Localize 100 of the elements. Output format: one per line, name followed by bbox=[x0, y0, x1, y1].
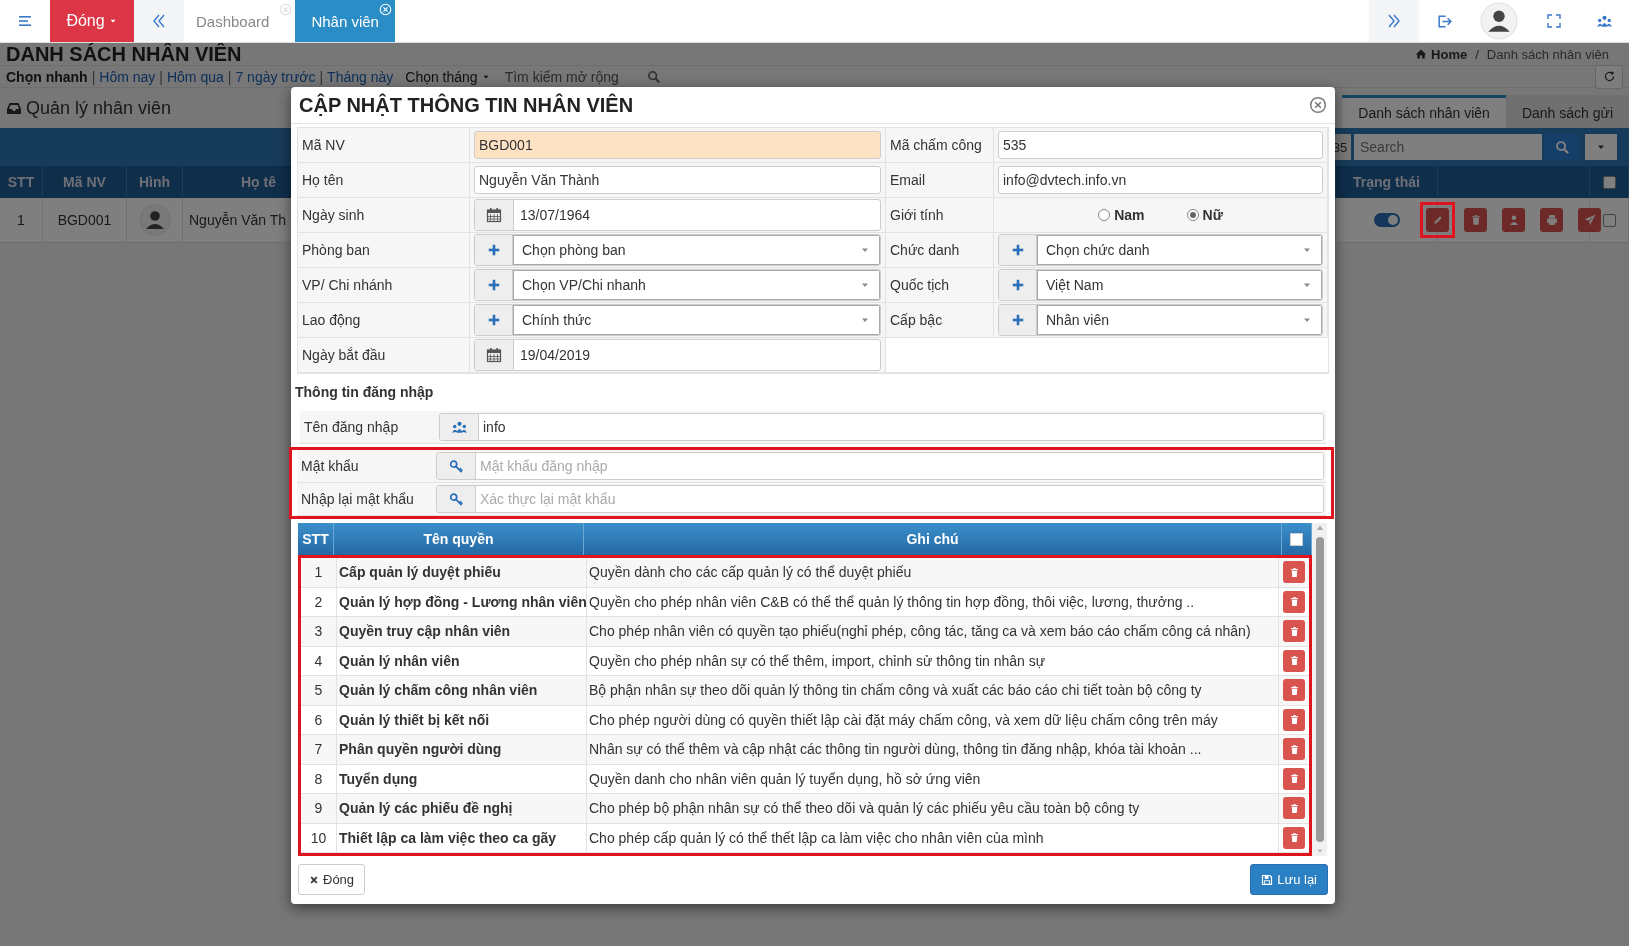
scrollbar[interactable] bbox=[1312, 523, 1327, 856]
refresh-button[interactable] bbox=[1595, 64, 1623, 89]
field-label: Phòng ban bbox=[298, 233, 470, 268]
separator: | bbox=[159, 68, 163, 85]
delete-button[interactable] bbox=[1283, 738, 1305, 761]
delete-button[interactable] bbox=[1283, 767, 1305, 790]
calendar-icon bbox=[486, 347, 502, 363]
select-field[interactable]: Nhân viên bbox=[1037, 305, 1322, 335]
checkbox[interactable] bbox=[1602, 175, 1616, 189]
radio-option[interactable]: Nữ bbox=[1186, 207, 1223, 223]
quick-filter-label: Chọn nhanh bbox=[6, 68, 88, 85]
table-cell: Quản lý nhân viên bbox=[337, 646, 587, 675]
delete-button[interactable] bbox=[1283, 620, 1305, 643]
password-field[interactable]: Xác thực lại mật khẩu bbox=[436, 485, 1324, 513]
close-button[interactable]: Đóng bbox=[298, 864, 366, 895]
password-field[interactable]: Mật khẩu đăng nhập bbox=[436, 452, 1324, 480]
add-button[interactable] bbox=[999, 235, 1037, 265]
double-chevron-left-icon bbox=[151, 13, 167, 29]
avatar-icon[interactable] bbox=[1480, 2, 1518, 40]
logout-icon[interactable] bbox=[1435, 12, 1453, 30]
text-field[interactable]: info@dvtech.info.vn bbox=[998, 166, 1323, 194]
tab[interactable]: Danh sách gửi bbox=[1505, 95, 1629, 128]
add-button[interactable] bbox=[999, 270, 1037, 300]
table-cell: Quyền cho phép nhân viên C&B có thể thể quản lý thông tin hợp đồng, thôi việc, lương, thưởng .. bbox=[587, 587, 1279, 616]
send-button[interactable] bbox=[1578, 208, 1601, 232]
table-cell: Quyền danh cho nhân viên quản lý tuyển dụng, hồ sở ứng viên bbox=[587, 764, 1279, 793]
select-all-checkbox[interactable] bbox=[1290, 532, 1303, 546]
table-cell: Cho phép cấp quản lý có thể thết lập ca làm việc cho nhân viên của mình bbox=[587, 823, 1279, 852]
table-cell: BGD001 bbox=[43, 198, 127, 242]
inbox-icon bbox=[6, 100, 22, 116]
close-button[interactable] bbox=[1309, 96, 1327, 114]
date-field[interactable]: 13/07/1964 bbox=[474, 199, 881, 231]
field-label: Ngày sinh bbox=[298, 198, 470, 233]
separator: | bbox=[319, 68, 324, 85]
delete-button[interactable] bbox=[1283, 561, 1305, 584]
month-select[interactable]: Chọn tháng bbox=[405, 68, 491, 85]
add-button[interactable] bbox=[475, 270, 513, 300]
select-field[interactable]: Chọn chức danh bbox=[1037, 235, 1322, 265]
fullscreen-icon[interactable] bbox=[1546, 13, 1562, 29]
search-field[interactable]: Search bbox=[1354, 134, 1542, 160]
menu-icon bbox=[17, 13, 33, 29]
table-cell: 1 bbox=[0, 198, 43, 242]
field-label: Ngày bắt đầu bbox=[298, 338, 470, 373]
breadcrumb-link[interactable]: Home bbox=[1415, 46, 1468, 62]
delete-button[interactable] bbox=[1283, 797, 1305, 820]
select-field[interactable]: Việt Nam bbox=[1037, 270, 1322, 300]
add-button[interactable] bbox=[475, 235, 513, 265]
tab[interactable]: Danh sách nhân viên bbox=[1342, 95, 1506, 128]
save-button[interactable]: Lưu lại bbox=[1250, 864, 1328, 895]
delete-button[interactable] bbox=[1283, 826, 1305, 849]
edit-button[interactable] bbox=[1426, 208, 1449, 232]
plus-icon bbox=[486, 243, 501, 257]
refresh-icon bbox=[1602, 70, 1616, 83]
text-field[interactable]: Nguyễn Văn Thành bbox=[474, 166, 881, 194]
text-field[interactable]: BGD001 bbox=[474, 131, 881, 159]
status-toggle[interactable] bbox=[1373, 213, 1400, 227]
table-cell: Bộ phận nhân sự theo dõi quản lý thông tin chấm công và xuất các báo cáo chi tiết toàn bộ công ty bbox=[587, 676, 1279, 705]
plus-icon bbox=[1010, 243, 1025, 257]
plus-icon bbox=[486, 278, 501, 292]
delete-button[interactable] bbox=[1464, 208, 1487, 232]
user-icon bbox=[1507, 214, 1520, 226]
field-label: VP/ Chi nhánh bbox=[298, 268, 470, 303]
trash-icon bbox=[1288, 684, 1300, 696]
date-field[interactable]: 19/04/2019 bbox=[474, 339, 881, 371]
table-cell: 10 bbox=[301, 823, 337, 852]
delete-button[interactable] bbox=[1283, 708, 1305, 731]
radio-option[interactable]: Nam bbox=[1098, 207, 1145, 223]
table-cell: Cho phép bộ phận nhân sự có thể theo dõi và quản lý các phiếu yêu cầu toàn bộ công ty bbox=[587, 794, 1279, 823]
tab[interactable]: Nhân viên bbox=[295, 0, 395, 42]
delete-button[interactable] bbox=[1283, 649, 1305, 672]
avatar-icon bbox=[138, 204, 171, 236]
select-field[interactable]: Chính thức bbox=[513, 305, 880, 335]
trash-icon bbox=[1288, 714, 1300, 726]
checkbox[interactable] bbox=[1602, 213, 1616, 227]
close-menu-button[interactable]: Đóng bbox=[50, 0, 134, 42]
plus-icon bbox=[1010, 313, 1025, 327]
user-button[interactable] bbox=[1502, 208, 1525, 232]
table-cell: 3 bbox=[301, 617, 337, 646]
up-arrow-icon bbox=[1314, 523, 1325, 533]
field-label: Họ tên bbox=[298, 163, 470, 198]
table-cell: Thiết lập ca làm việc theo ca gãy bbox=[337, 823, 587, 852]
table-cell: 5 bbox=[301, 676, 337, 705]
add-button[interactable] bbox=[475, 305, 513, 335]
trash-icon bbox=[1288, 743, 1300, 755]
field-label: Giới tính bbox=[886, 198, 994, 233]
delete-button[interactable] bbox=[1283, 679, 1305, 702]
delete-button[interactable] bbox=[1283, 590, 1305, 613]
search-button[interactable] bbox=[1545, 134, 1579, 160]
select-field[interactable]: Chọn VP/Chi nhanh bbox=[513, 270, 880, 300]
search-icon[interactable] bbox=[646, 69, 661, 84]
username-field[interactable]: info bbox=[439, 413, 1324, 441]
close-icon bbox=[1309, 96, 1327, 114]
select-field[interactable]: Chọn phòng ban bbox=[513, 235, 880, 265]
field-label: Mã chấm công bbox=[886, 128, 994, 163]
add-button[interactable] bbox=[999, 305, 1037, 335]
text-field[interactable]: 535 bbox=[998, 131, 1323, 159]
print-button[interactable] bbox=[1540, 208, 1563, 232]
table-cell: 1 bbox=[301, 558, 337, 587]
table-cell: Tuyển dụng bbox=[337, 764, 587, 793]
trash-icon bbox=[1288, 832, 1300, 844]
